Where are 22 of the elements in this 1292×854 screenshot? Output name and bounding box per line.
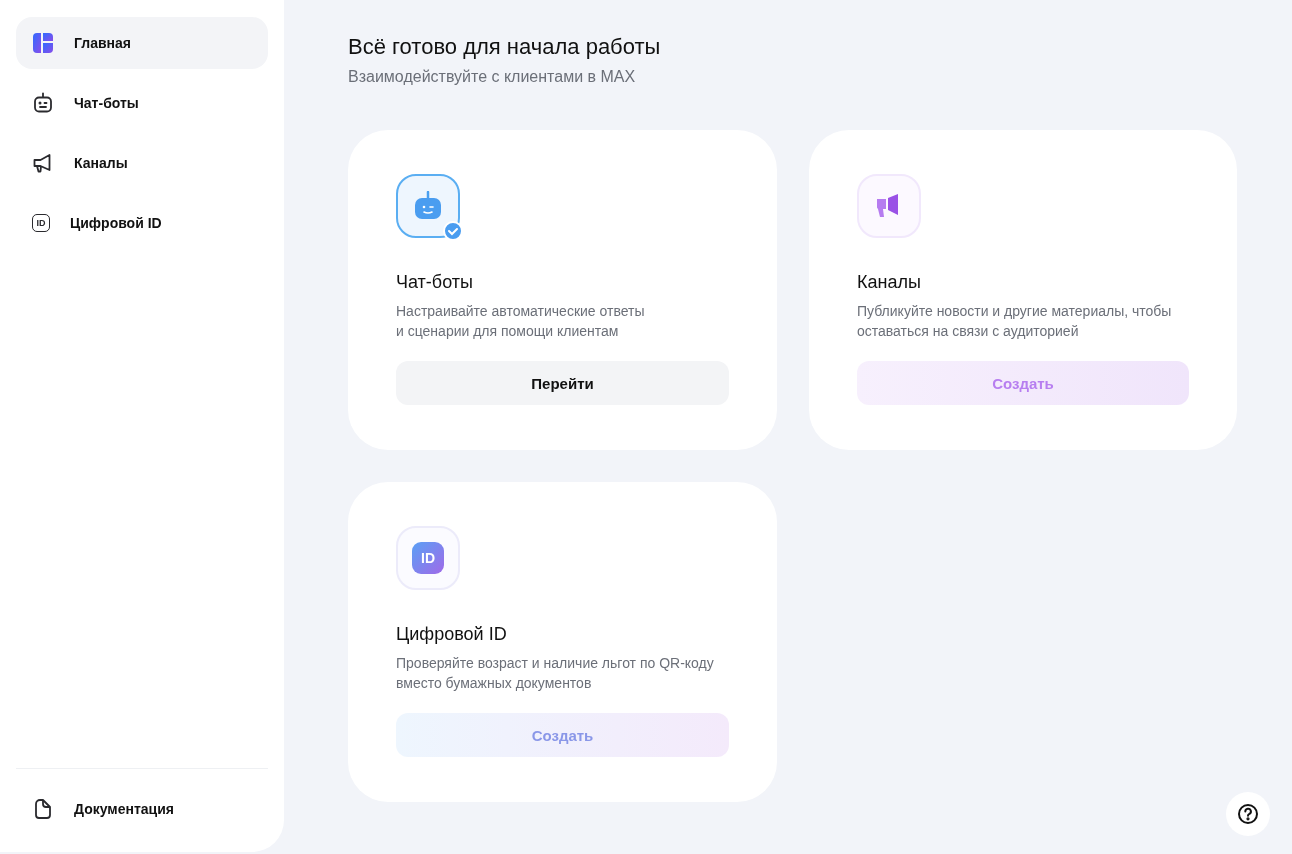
card-description: Настраивайте автоматические ответы и сценарии для помощи клиентам xyxy=(396,302,646,341)
card-button[interactable]: Перейти xyxy=(396,361,729,405)
sidebar-item[interactable]: Главная xyxy=(16,17,268,69)
sidebar-item[interactable]: Документация xyxy=(16,783,268,835)
robot-icon xyxy=(32,92,54,114)
robot-icon xyxy=(413,191,443,221)
card-description: Публикуйте новости и другие материалы, чтобы оставаться на связи с аудиторией xyxy=(857,302,1173,341)
page-title: Всё готово для начала работы xyxy=(348,34,662,60)
dashboard-icon xyxy=(32,32,54,54)
sidebar-item[interactable]: ID Цифровой ID xyxy=(16,197,268,249)
card-title: Цифровой ID xyxy=(396,624,508,645)
page-subtitle: Взаимодействуйте с клиентами в MAX xyxy=(348,68,637,86)
card-title: Чат-боты xyxy=(396,272,474,293)
card-description: Проверяйте возраст и наличие льгот по QR-коду вместо бумажных документов xyxy=(396,654,715,693)
help-icon xyxy=(1237,803,1259,825)
card-title: Каналы xyxy=(857,272,922,293)
help-button[interactable] xyxy=(1226,792,1270,836)
id-icon: ID xyxy=(32,214,50,232)
document-icon xyxy=(32,798,54,820)
sidebar-item[interactable]: Чат-боты xyxy=(16,77,268,129)
id-icon: ID xyxy=(412,542,444,574)
sidebar-item[interactable]: Каналы xyxy=(16,137,268,189)
